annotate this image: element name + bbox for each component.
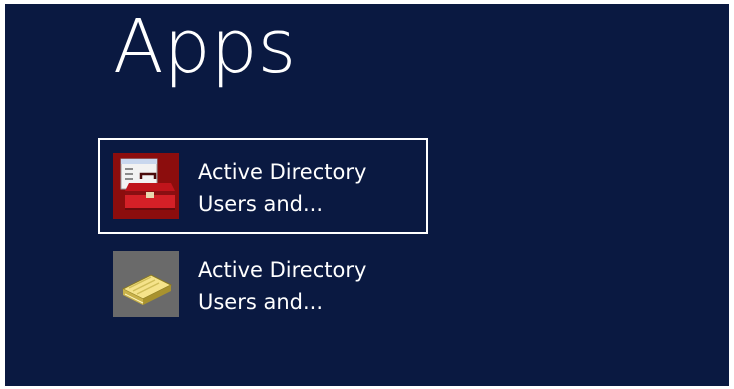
app-label: Active Directory Users and... <box>198 156 366 220</box>
start-screen: Apps Active Directory Users and... Activ… <box>5 4 729 386</box>
toolbox-icon <box>113 153 179 219</box>
app-name-line2: Users and... <box>198 290 324 314</box>
directory-book-icon <box>113 251 179 317</box>
app-label: Active Directory Users and... <box>198 254 366 318</box>
app-name-line2: Users and... <box>198 192 324 216</box>
app-tile-ad-users-2[interactable]: Active Directory Users and... <box>98 236 428 332</box>
page-title: Apps <box>113 4 297 90</box>
app-name-line1: Active Directory <box>198 160 367 184</box>
app-tile-ad-users-1[interactable]: Active Directory Users and... <box>98 138 428 234</box>
app-name-line1: Active Directory <box>198 258 367 282</box>
